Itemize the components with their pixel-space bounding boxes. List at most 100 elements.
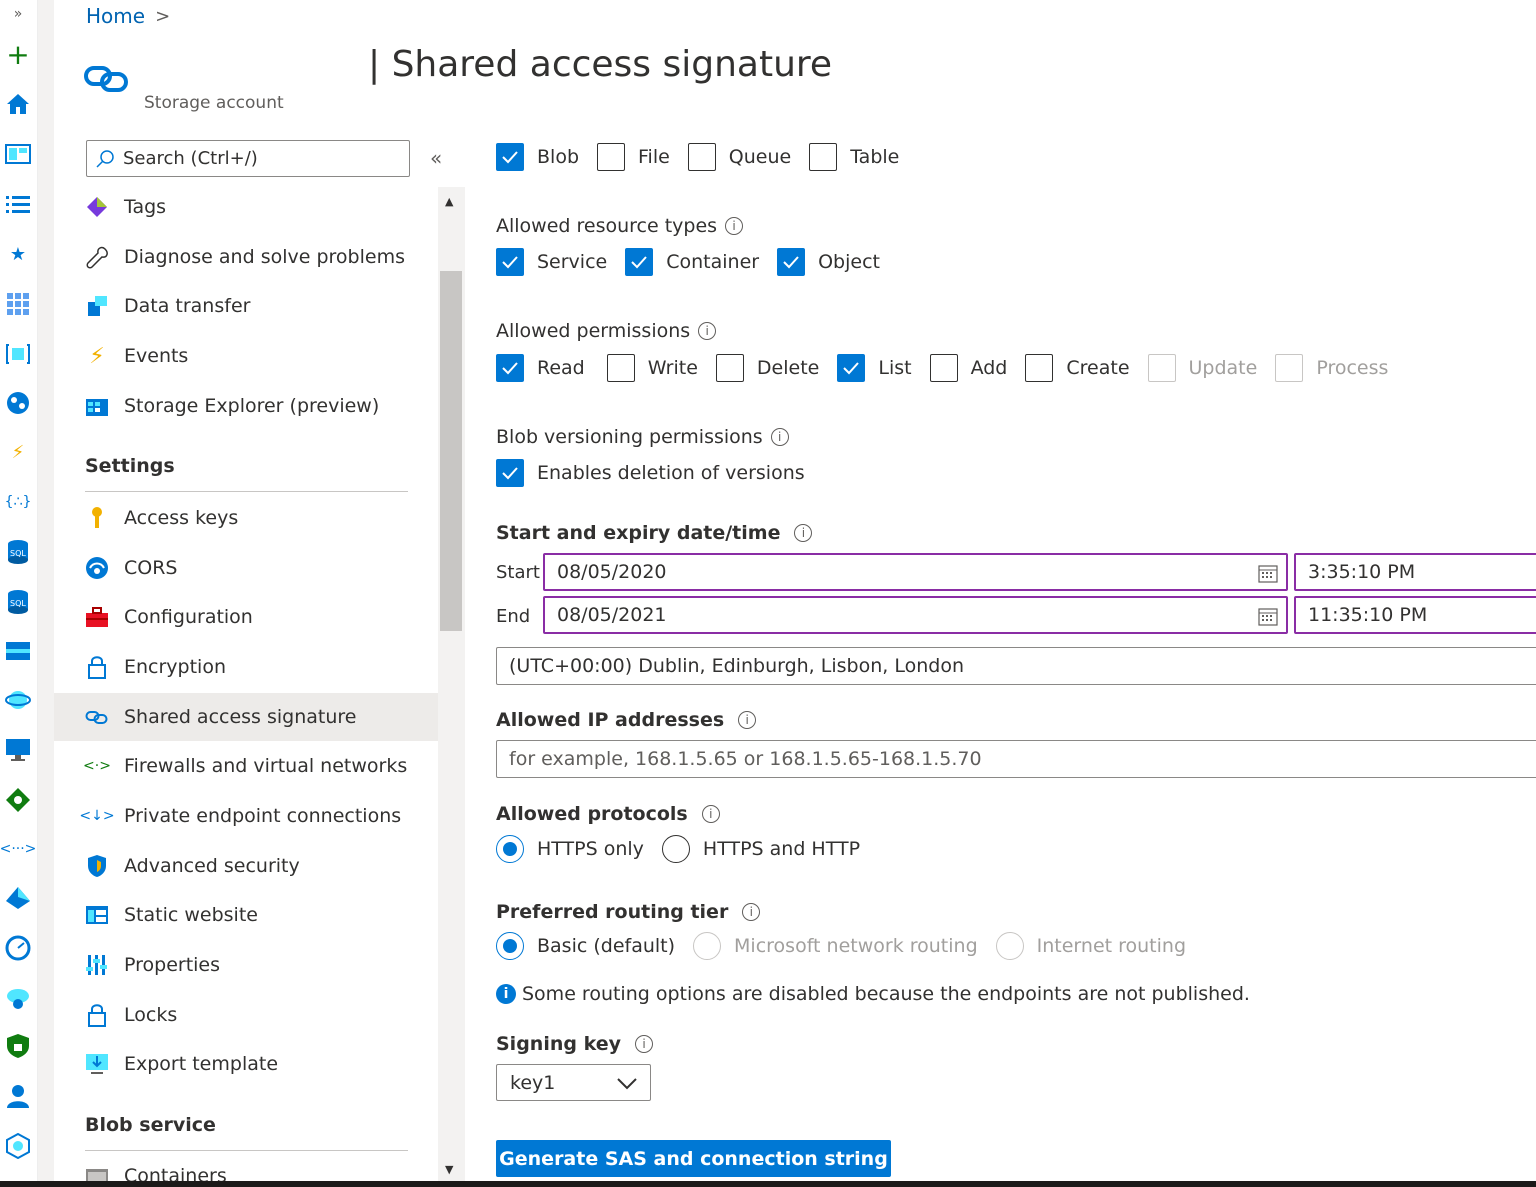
page-title: | Shared access signature bbox=[368, 44, 833, 85]
blob-service-heading: Blob service bbox=[85, 1114, 216, 1136]
home-icon[interactable] bbox=[4, 90, 32, 118]
protocol-https-only-radio[interactable]: HTTPS only bbox=[496, 835, 644, 863]
permission-add-checkbox[interactable]: Add bbox=[929, 354, 1007, 382]
permission-read-checkbox[interactable]: Read bbox=[496, 354, 585, 382]
label-text: Allowed protocols bbox=[496, 803, 688, 825]
permission-process-checkbox: Process bbox=[1275, 354, 1388, 382]
ip-addresses-input[interactable]: for example, 168.1.5.65 or 168.1.5.65-16… bbox=[496, 740, 1536, 778]
checkbox-label: File bbox=[638, 146, 670, 168]
menu-item-data-transfer[interactable]: Data transfer bbox=[54, 282, 438, 330]
permission-list-checkbox[interactable]: List bbox=[837, 354, 912, 382]
service-blob-checkbox[interactable]: Blob bbox=[496, 143, 579, 171]
menu-scrollbar[interactable]: ▲ ▼ bbox=[438, 187, 465, 1183]
menu-item-locks[interactable]: Locks bbox=[54, 991, 438, 1039]
all-services-icon[interactable] bbox=[4, 190, 32, 218]
menu-item-advanced-security[interactable]: Advanced security bbox=[54, 842, 438, 890]
collapse-menu-icon[interactable]: « bbox=[430, 146, 442, 170]
help-support-icon[interactable] bbox=[4, 1132, 32, 1160]
resource-container-checkbox[interactable]: Container bbox=[625, 248, 759, 276]
security-center-icon[interactable] bbox=[4, 1032, 32, 1060]
rail-separator bbox=[38, 0, 54, 1187]
permission-delete-checkbox[interactable]: Delete bbox=[715, 354, 819, 382]
create-resource-icon[interactable]: + bbox=[4, 38, 32, 71]
resource-groups-icon[interactable] bbox=[4, 340, 32, 368]
scrollbar-thumb[interactable] bbox=[440, 271, 462, 631]
menu-item-diagnose[interactable]: Diagnose and solve problems bbox=[54, 233, 438, 281]
sql-database-icon[interactable]: SQL bbox=[4, 538, 32, 566]
menu-item-private-endpoint[interactable]: <↓> Private endpoint connections bbox=[54, 792, 438, 840]
active-directory-icon[interactable] bbox=[4, 884, 32, 912]
toolbox-icon bbox=[84, 604, 110, 630]
monitor-icon[interactable] bbox=[4, 934, 32, 962]
menu-item-events[interactable]: ⚡ Events bbox=[54, 332, 438, 380]
search-placeholder: Search (Ctrl+/) bbox=[123, 148, 258, 169]
calendar-icon[interactable] bbox=[1258, 606, 1278, 626]
start-time-input[interactable]: 3:35:10 PM bbox=[1294, 553, 1536, 591]
menu-item-firewalls[interactable]: <·> Firewalls and virtual networks bbox=[54, 742, 438, 790]
menu-item-label: Diagnose and solve problems bbox=[124, 246, 405, 268]
menu-item-tags[interactable]: Tags bbox=[54, 183, 438, 231]
service-queue-checkbox[interactable]: Queue bbox=[687, 143, 791, 171]
permission-write-checkbox[interactable]: Write bbox=[606, 354, 698, 382]
generate-sas-button[interactable]: Generate SAS and connection string bbox=[496, 1140, 891, 1177]
checkbox-box bbox=[687, 143, 716, 171]
cosmos-db-icon[interactable] bbox=[4, 686, 32, 714]
service-file-checkbox[interactable]: File bbox=[597, 143, 670, 171]
menu-item-export-template[interactable]: Export template bbox=[54, 1040, 438, 1088]
end-date-input[interactable]: 08/05/2021 bbox=[543, 596, 1288, 634]
signing-key-dropdown[interactable]: key1 bbox=[496, 1064, 651, 1101]
calendar-icon[interactable] bbox=[1258, 563, 1278, 583]
menu-item-configuration[interactable]: Configuration bbox=[54, 593, 438, 641]
menu-item-containers[interactable]: Containers bbox=[54, 1152, 438, 1183]
cost-management-icon[interactable] bbox=[4, 1082, 32, 1110]
storage-accounts-icon[interactable] bbox=[4, 637, 32, 665]
menu-item-shared-access-signature[interactable]: Shared access signature bbox=[54, 693, 438, 741]
sql-server-icon[interactable]: SQL bbox=[4, 588, 32, 616]
enable-deletion-versions-checkbox[interactable]: Enables deletion of versions bbox=[496, 459, 805, 487]
sql-databases-icon[interactable]: {∴} bbox=[4, 488, 32, 516]
timezone-dropdown[interactable]: (UTC+00:00) Dublin, Edinburgh, Lisbon, L… bbox=[496, 647, 1536, 685]
scroll-down-icon[interactable]: ▼ bbox=[445, 1163, 453, 1176]
settings-heading: Settings bbox=[85, 455, 175, 477]
expand-rail-icon[interactable]: » bbox=[4, 0, 32, 28]
menu-item-label: Tags bbox=[124, 196, 167, 218]
menu-item-properties[interactable]: Properties bbox=[54, 941, 438, 989]
checkbox-label: Blob bbox=[537, 146, 579, 168]
menu-item-access-keys[interactable]: Access keys bbox=[54, 494, 438, 542]
cors-icon bbox=[84, 555, 110, 581]
service-table-checkbox[interactable]: Table bbox=[809, 143, 899, 171]
dashboard-icon[interactable] bbox=[4, 140, 32, 168]
advisor-icon[interactable] bbox=[4, 984, 32, 1012]
radio-circle bbox=[496, 835, 524, 863]
load-balancers-icon[interactable] bbox=[4, 786, 32, 814]
info-icon[interactable]: i bbox=[725, 217, 744, 235]
info-icon[interactable]: i bbox=[698, 322, 717, 340]
shared-access-link-icon bbox=[84, 60, 130, 96]
scroll-up-icon[interactable]: ▲ bbox=[445, 195, 453, 208]
resource-service-checkbox[interactable]: Service bbox=[496, 248, 607, 276]
resource-object-checkbox[interactable]: Object bbox=[777, 248, 880, 276]
all-resources-icon[interactable] bbox=[4, 290, 32, 318]
end-time-input[interactable]: 11:35:10 PM bbox=[1294, 596, 1536, 634]
routing-basic-radio[interactable]: Basic (default) bbox=[496, 932, 675, 960]
info-icon[interactable]: i bbox=[770, 428, 789, 446]
breadcrumb-home-link[interactable]: Home bbox=[86, 4, 145, 28]
info-icon[interactable]: i bbox=[701, 805, 720, 823]
permission-create-checkbox[interactable]: Create bbox=[1025, 354, 1130, 382]
app-services-icon[interactable] bbox=[4, 389, 32, 417]
start-date-input[interactable]: 08/05/2020 bbox=[543, 553, 1288, 591]
menu-item-cors[interactable]: CORS bbox=[54, 544, 438, 592]
info-icon[interactable]: i bbox=[634, 1035, 653, 1053]
menu-item-storage-explorer[interactable]: Storage Explorer (preview) bbox=[54, 382, 438, 430]
virtual-machines-icon[interactable] bbox=[4, 736, 32, 764]
menu-item-static-website[interactable]: Static website bbox=[54, 891, 438, 939]
protocol-https-http-radio[interactable]: HTTPS and HTTP bbox=[661, 835, 860, 863]
info-icon[interactable]: i bbox=[738, 711, 757, 729]
info-icon[interactable]: i bbox=[742, 903, 761, 921]
function-app-icon[interactable]: ⚡ bbox=[4, 438, 32, 466]
virtual-networks-icon[interactable]: <···> bbox=[0, 835, 36, 863]
favorites-star-icon[interactable]: ★ bbox=[4, 240, 32, 268]
menu-search-input[interactable]: Search (Ctrl+/) bbox=[86, 140, 410, 177]
menu-item-encryption[interactable]: Encryption bbox=[54, 643, 438, 691]
info-icon[interactable]: i bbox=[794, 524, 813, 542]
